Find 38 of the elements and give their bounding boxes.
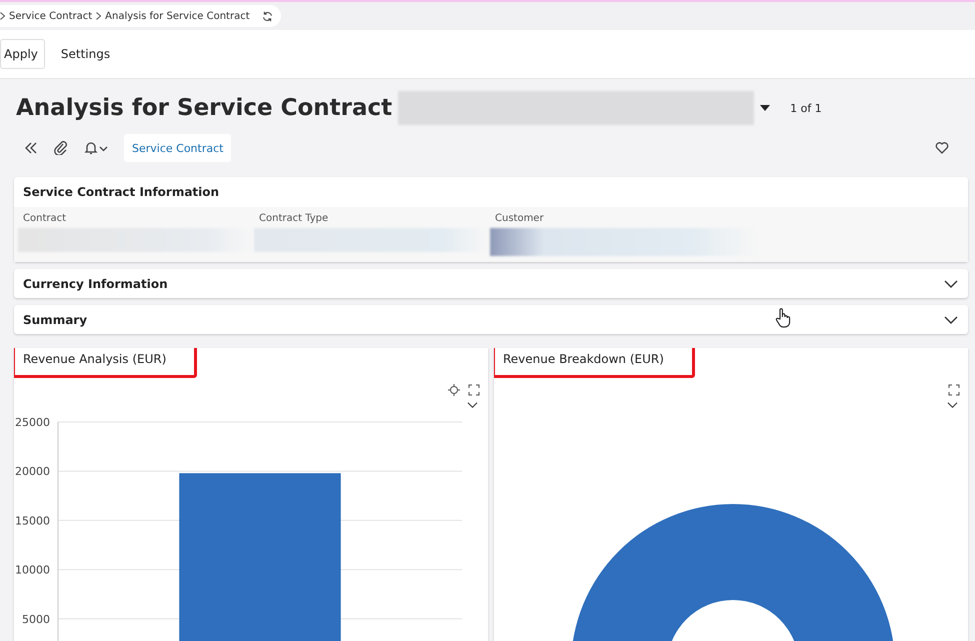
axis-tick-label: 25000 (15, 416, 50, 429)
dropdown-caret-icon[interactable] (760, 105, 770, 111)
service-contract-link[interactable]: Service Contract (124, 134, 232, 162)
expand-icon[interactable] (468, 384, 480, 396)
axis-tick-label: 15000 (15, 514, 50, 528)
bell-dropdown-icon[interactable] (84, 141, 110, 155)
breadcrumb-link[interactable]: Service Contract (9, 10, 92, 22)
field-label: Customer (494, 213, 545, 226)
refresh-icon[interactable] (262, 10, 273, 22)
field-label: Contract Type (258, 213, 330, 226)
crosshair-icon[interactable] (448, 384, 460, 396)
chart-title: Revenue Breakdown (EUR) (494, 348, 695, 378)
chevron-right-icon (0, 12, 5, 20)
chevron-down-icon[interactable] (944, 316, 958, 324)
breadcrumb-link[interactable]: Analysis for Service Contract (105, 10, 250, 22)
double-chevron-left-icon[interactable] (24, 141, 38, 155)
chevron-right-icon (96, 12, 102, 20)
chevron-down-icon[interactable] (467, 402, 478, 408)
section-title: Currency Information (22, 276, 169, 290)
settings-button[interactable]: Settings (50, 47, 120, 61)
field-label: Contract (22, 213, 68, 226)
paperclip-icon[interactable] (54, 141, 68, 155)
collapsible-section[interactable]: Currency Information (14, 269, 968, 298)
page-title: Analysis for Service Contract (16, 95, 392, 121)
axis-tick-label: 20000 (15, 465, 50, 478)
collapsible-section[interactable]: Summary (14, 305, 968, 334)
axis-tick-label: 10000 (15, 564, 50, 577)
chevron-down-icon[interactable] (947, 402, 958, 408)
section-title: Summary (22, 312, 88, 326)
record-counter: 1 of 1 (790, 102, 822, 114)
hand-cursor-icon (775, 308, 791, 328)
chevron-down-icon[interactable] (944, 280, 958, 288)
heart-icon[interactable] (935, 141, 949, 155)
axis-tick-label: 5000 (22, 612, 50, 626)
apply-button[interactable]: Apply (0, 39, 45, 69)
expand-icon[interactable] (948, 384, 960, 396)
card-title: Service Contract Information (22, 184, 220, 201)
chart-title: Revenue Analysis (EUR) (14, 348, 198, 378)
